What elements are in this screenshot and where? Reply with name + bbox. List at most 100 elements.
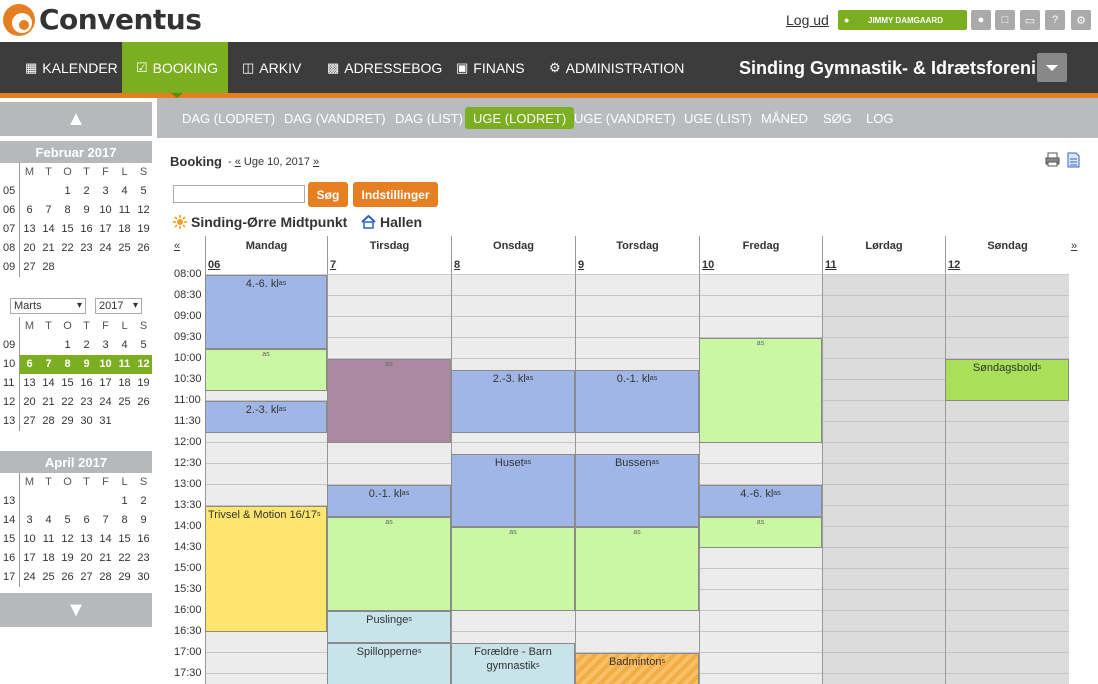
time-slot[interactable] <box>700 317 822 338</box>
booking-event[interactable]: Trivsel & Motion 16/17s <box>205 506 327 632</box>
booking-event[interactable]: Forældre - Barn gymnastiks <box>451 642 575 684</box>
time-slot[interactable] <box>452 317 575 338</box>
calendar-day[interactable]: 7 <box>39 355 58 374</box>
time-slot[interactable] <box>946 296 1069 317</box>
calendar-day[interactable]: 25 <box>39 568 58 587</box>
time-slot[interactable] <box>823 338 945 359</box>
week-number[interactable]: 14 <box>0 511 19 530</box>
prev-week-link[interactable]: « <box>235 156 241 168</box>
tab-dag-list[interactable]: DAG (LIST) <box>387 107 471 129</box>
week-number[interactable]: 07 <box>0 220 19 239</box>
time-slot[interactable] <box>328 443 451 464</box>
calendar-day[interactable]: 18 <box>115 220 134 239</box>
calendar-day[interactable]: 19 <box>134 374 153 393</box>
calendar-day[interactable]: 2 <box>77 182 96 201</box>
time-slot[interactable] <box>452 338 575 359</box>
calendar-day[interactable]: 9 <box>134 511 153 530</box>
calendar-day[interactable]: 16 <box>77 220 96 239</box>
calendar-day[interactable]: 13 <box>20 374 39 393</box>
calendar-day[interactable]: 13 <box>20 220 39 239</box>
calendar-day[interactable]: 20 <box>77 549 96 568</box>
logo-text[interactable]: Conventus <box>39 3 202 36</box>
time-slot[interactable] <box>823 380 945 401</box>
booking-event[interactable]: 0.-1. klas <box>575 369 699 433</box>
week-number[interactable]: 08 <box>0 239 19 258</box>
calendar-day[interactable]: 23 <box>77 239 96 258</box>
org-dropdown-button[interactable] <box>1037 53 1067 82</box>
time-slot[interactable] <box>206 443 327 464</box>
next-week-link[interactable]: » <box>313 156 319 168</box>
day-date-link[interactable]: 11 <box>822 256 945 275</box>
time-slot[interactable] <box>946 527 1069 548</box>
calendar-day[interactable]: 20 <box>20 239 39 258</box>
gear-icon[interactable]: ⚙ <box>1071 10 1091 30</box>
time-slot[interactable] <box>452 275 575 296</box>
calendar-day[interactable]: 20 <box>20 393 39 412</box>
calendar-day[interactable]: 7 <box>96 511 115 530</box>
calendar-day[interactable]: 10 <box>96 201 115 220</box>
time-slot[interactable] <box>823 359 945 380</box>
calendar-day[interactable]: 3 <box>20 511 39 530</box>
calendar-day[interactable]: 26 <box>134 239 153 258</box>
calendar-day[interactable]: 12 <box>58 530 77 549</box>
time-slot[interactable] <box>700 443 822 464</box>
time-slot[interactable] <box>700 611 822 632</box>
time-slot[interactable] <box>823 674 945 684</box>
time-slot[interactable] <box>700 275 822 296</box>
calendar-day[interactable]: 24 <box>96 239 115 258</box>
calendar-day[interactable]: 22 <box>58 239 77 258</box>
time-slot[interactable] <box>946 485 1069 506</box>
booking-event[interactable]: as <box>205 348 327 391</box>
time-slot[interactable] <box>823 422 945 443</box>
time-slot[interactable] <box>823 548 945 569</box>
time-slot[interactable] <box>823 296 945 317</box>
calendar-day[interactable]: 11 <box>115 201 134 220</box>
calendar-day[interactable]: 26 <box>134 393 153 412</box>
calendar-day[interactable]: 10 <box>96 355 115 374</box>
time-slot[interactable] <box>700 569 822 590</box>
calendar-day[interactable]: 2 <box>134 492 153 511</box>
calendar-day[interactable]: 24 <box>96 393 115 412</box>
calendar-day[interactable]: 11 <box>115 355 134 374</box>
time-slot[interactable] <box>823 569 945 590</box>
time-slot[interactable] <box>576 338 699 359</box>
booking-event[interactable]: Puslinges <box>327 611 451 643</box>
calendar-day[interactable]: 28 <box>39 412 58 431</box>
week-number[interactable]: 09 <box>0 336 19 355</box>
time-slot[interactable] <box>823 485 945 506</box>
calendar-day[interactable]: 15 <box>58 220 77 239</box>
user-button[interactable]: ● JIMMY DAMGAARD <box>838 10 967 30</box>
day-date-link[interactable]: 8 <box>451 256 575 275</box>
bank-icon[interactable]: □ <box>995 10 1015 30</box>
day-date-link[interactable]: 9 <box>575 256 699 275</box>
booking-event[interactable]: Badmintons <box>575 653 699 684</box>
time-slot[interactable] <box>823 506 945 527</box>
calendar-day[interactable]: 5 <box>134 336 153 355</box>
calendar-day[interactable]: 13 <box>77 530 96 549</box>
calendar-day[interactable]: 23 <box>134 549 153 568</box>
calendar-day[interactable]: 28 <box>96 568 115 587</box>
week-number[interactable]: 13 <box>0 492 19 511</box>
day-column[interactable] <box>822 275 945 684</box>
time-slot[interactable] <box>946 443 1069 464</box>
calendar-day[interactable]: 10 <box>20 530 39 549</box>
booking-event[interactable]: as <box>451 527 575 611</box>
tab-uge-vandret[interactable]: UGE (VANDRET) <box>566 107 684 129</box>
calendar-day[interactable]: 24 <box>20 568 39 587</box>
booking-event[interactable]: as <box>327 516 451 611</box>
nav-adressebog[interactable]: ▩ ADRESSEBOG <box>327 42 442 93</box>
week-number[interactable]: 09 <box>0 258 19 277</box>
calendar-day[interactable]: 17 <box>96 220 115 239</box>
location-hallen[interactable]: Hallen <box>361 214 422 230</box>
booking-event[interactable]: Spilloppernes <box>327 642 451 684</box>
location-midtpunkt[interactable]: Sinding-Ørre Midtpunkt <box>173 214 347 230</box>
week-number[interactable]: 06 <box>0 201 19 220</box>
time-slot[interactable] <box>700 653 822 674</box>
time-slot[interactable] <box>946 422 1069 443</box>
calendar-day[interactable]: 5 <box>134 182 153 201</box>
time-slot[interactable] <box>206 464 327 485</box>
monitor-icon[interactable]: ▭ <box>1020 10 1040 30</box>
calendar-day[interactable]: 28 <box>39 258 58 277</box>
booking-event[interactable]: 4.-6. klas <box>205 275 327 349</box>
calendar-day[interactable]: 9 <box>77 201 96 220</box>
